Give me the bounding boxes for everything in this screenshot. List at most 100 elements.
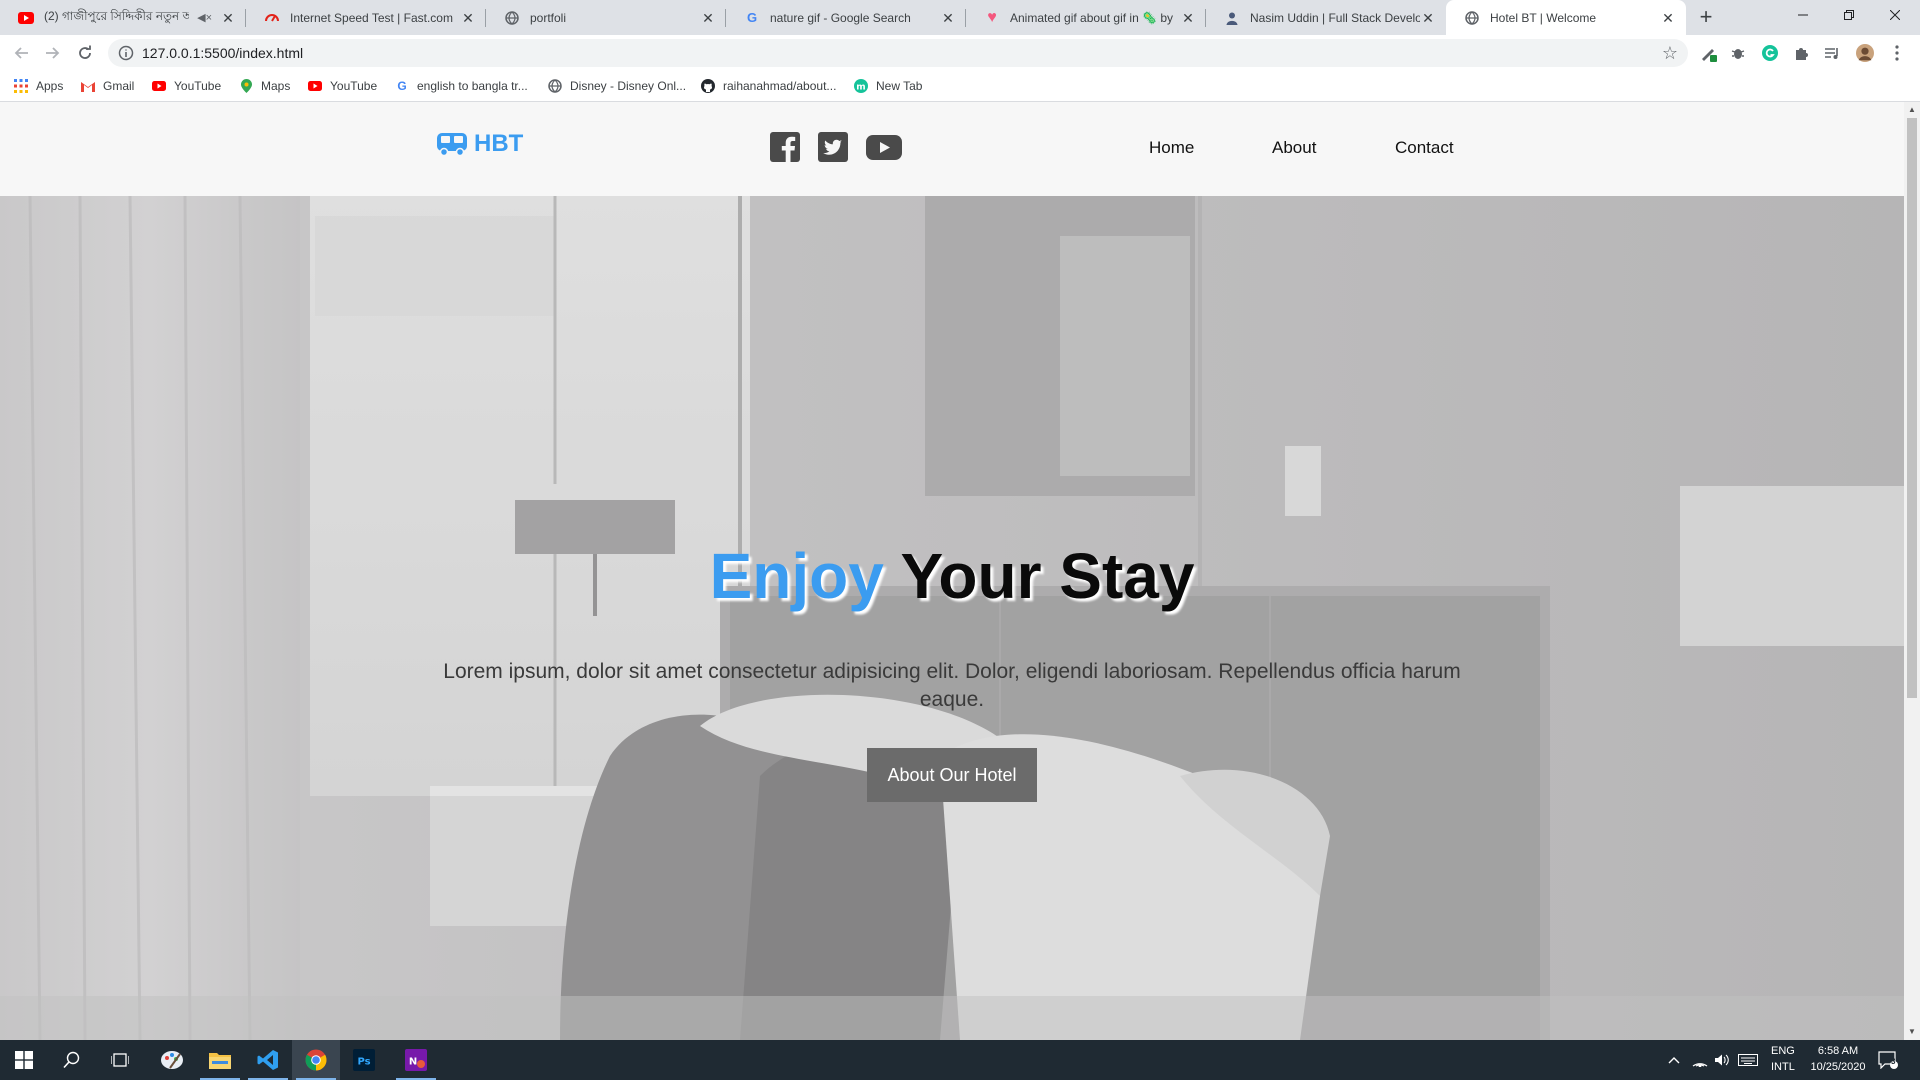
- task-view-icon: [111, 1053, 129, 1067]
- keyboard-icon: [1738, 1054, 1758, 1066]
- chrome-icon: [305, 1049, 327, 1071]
- close-icon[interactable]: ✕: [460, 10, 476, 26]
- about-our-hotel-button[interactable]: About Our Hotel: [867, 748, 1037, 802]
- tab-youtube[interactable]: (2) গাজীপুরে সিদ্দিকীর নতুন আ ◀× ✕: [0, 0, 246, 35]
- info-icon[interactable]: [118, 45, 134, 61]
- volume-control[interactable]: [1714, 1040, 1730, 1080]
- tab-hotel-bt[interactable]: Hotel BT | Welcome ✕: [1446, 0, 1686, 35]
- notification-count: 3: [1891, 1057, 1896, 1066]
- wifi-icon: [1692, 1063, 1708, 1067]
- minimize-button[interactable]: [1780, 0, 1826, 30]
- maps-icon: [239, 79, 253, 93]
- photoshop-icon: Ps: [353, 1049, 375, 1071]
- close-icon[interactable]: ✕: [1660, 10, 1676, 26]
- restore-button[interactable]: [1826, 0, 1872, 30]
- scrollbar-thumb[interactable]: [1907, 118, 1917, 698]
- show-hidden-icons-button[interactable]: [1668, 1040, 1680, 1080]
- nav-home-link[interactable]: Home: [1149, 138, 1194, 158]
- browser-toolbar: 127.0.0.1:5500/index.html ☆: [0, 35, 1920, 70]
- speaker-muted-icon[interactable]: ◀×: [197, 11, 212, 24]
- restore-icon: [1844, 10, 1854, 20]
- network-status[interactable]: [1692, 1040, 1708, 1080]
- vscode-icon: [257, 1050, 278, 1070]
- heart-icon: ♥: [987, 8, 997, 26]
- youtube-icon: [152, 79, 166, 93]
- action-center-button[interactable]: 3: [1878, 1040, 1898, 1080]
- apps-grid-icon: [14, 79, 28, 93]
- tab-nasim-uddin[interactable]: Nasim Uddin | Full Stack Develop ✕: [1206, 0, 1446, 35]
- tab-strip: (2) গাজীপুরে সিদ্দিকীর নতুন আ ◀× ✕ Inter…: [0, 0, 1920, 35]
- browser-menu-icon[interactable]: [1888, 44, 1906, 62]
- close-icon[interactable]: ✕: [700, 10, 716, 26]
- bookmark-maps[interactable]: Maps: [239, 78, 290, 94]
- bookmark-youtube-2[interactable]: YouTube: [308, 78, 377, 94]
- grammarly-icon[interactable]: [1761, 44, 1779, 62]
- arrow-right-icon: [46, 47, 60, 59]
- bookmark-label: New Tab: [876, 79, 923, 93]
- bookmark-disney[interactable]: Disney - Disney Onl...: [548, 78, 686, 94]
- google-icon: G: [397, 79, 407, 93]
- extension-pen-icon[interactable]: [1699, 44, 1717, 62]
- extensions-puzzle-icon[interactable]: [1792, 44, 1810, 62]
- taskbar-search-button[interactable]: [48, 1040, 96, 1080]
- file-explorer-icon: [209, 1053, 231, 1069]
- bookmark-gmail[interactable]: Gmail: [81, 78, 134, 94]
- taskbar-file-explorer[interactable]: [196, 1040, 244, 1080]
- touch-keyboard-button[interactable]: [1738, 1040, 1758, 1080]
- task-view-button[interactable]: [96, 1040, 144, 1080]
- taskbar-clock[interactable]: 6:58 AM 10/25/2020: [1804, 1043, 1872, 1075]
- page-scrollbar[interactable]: ▲ ▼: [1904, 102, 1920, 1040]
- facebook-icon[interactable]: [770, 132, 800, 162]
- tab-google-search[interactable]: G nature gif - Google Search ✕: [726, 0, 966, 35]
- media-queue-icon[interactable]: [1823, 44, 1841, 62]
- taskbar-onenote[interactable]: N: [392, 1040, 440, 1080]
- reload-button[interactable]: [71, 39, 99, 67]
- bookmark-new-tab[interactable]: m New Tab: [854, 78, 922, 94]
- hero-title: Enjoy Your Stay: [0, 539, 1904, 613]
- close-icon[interactable]: ✕: [940, 10, 956, 26]
- hero-title-rest: Your Stay: [900, 540, 1195, 612]
- taskbar-vscode[interactable]: [244, 1040, 292, 1080]
- clock-date: 10/25/2020: [1810, 1061, 1866, 1073]
- logo-text: HBT: [474, 130, 524, 157]
- social-links: [770, 132, 920, 162]
- url-text[interactable]: 127.0.0.1:5500/index.html: [142, 45, 303, 61]
- close-icon[interactable]: ✕: [1420, 10, 1436, 26]
- taskbar-paint-app[interactable]: [148, 1040, 196, 1080]
- hero-background-image: [0, 196, 1904, 1040]
- extension-bug-icon[interactable]: [1729, 44, 1747, 62]
- bookmark-github[interactable]: raihanahmad/about...: [701, 78, 836, 94]
- twitter-icon[interactable]: [818, 132, 848, 162]
- arrow-left-icon: [14, 47, 28, 59]
- close-icon: [1890, 10, 1900, 20]
- scroll-down-arrow-icon[interactable]: ▼: [1908, 1028, 1916, 1036]
- window-close-button[interactable]: [1872, 0, 1918, 30]
- reload-icon: [79, 45, 91, 59]
- taskbar-chrome[interactable]: [292, 1040, 340, 1080]
- close-icon[interactable]: ✕: [1180, 10, 1196, 26]
- nav-contact-link[interactable]: Contact: [1395, 138, 1454, 158]
- svg-text:N: N: [409, 1057, 417, 1068]
- nav-about-link[interactable]: About: [1272, 138, 1316, 158]
- tab-fast[interactable]: Internet Speed Test | Fast.com ✕: [246, 0, 486, 35]
- bookmark-apps[interactable]: Apps: [14, 78, 63, 94]
- scroll-up-arrow-icon[interactable]: ▲: [1908, 106, 1916, 114]
- start-button[interactable]: [0, 1040, 48, 1080]
- taskbar-photoshop[interactable]: Ps: [340, 1040, 388, 1080]
- profile-avatar-icon[interactable]: [1856, 44, 1874, 62]
- close-icon[interactable]: ✕: [220, 10, 236, 26]
- bookmark-star-icon[interactable]: ☆: [1662, 43, 1678, 64]
- bookmark-youtube[interactable]: YouTube: [152, 78, 221, 94]
- forward-button[interactable]: [38, 39, 66, 67]
- tab-portfoli[interactable]: portfoli ✕: [486, 0, 726, 35]
- m-icon: m: [854, 79, 868, 93]
- back-button[interactable]: [8, 39, 36, 67]
- site-logo[interactable]: HBT: [436, 130, 523, 158]
- tab-animated-gif[interactable]: ♥ Animated gif about gif in 🦠 by ✕: [966, 0, 1206, 35]
- bookmark-english-to-bangla[interactable]: G english to bangla tr...: [395, 78, 527, 94]
- youtube-icon[interactable]: [866, 132, 902, 162]
- address-bar[interactable]: 127.0.0.1:5500/index.html ☆: [108, 39, 1688, 67]
- new-tab-button[interactable]: +: [1692, 4, 1720, 32]
- input-language[interactable]: ENG INTL: [1771, 1043, 1795, 1075]
- globe-icon: [548, 79, 562, 93]
